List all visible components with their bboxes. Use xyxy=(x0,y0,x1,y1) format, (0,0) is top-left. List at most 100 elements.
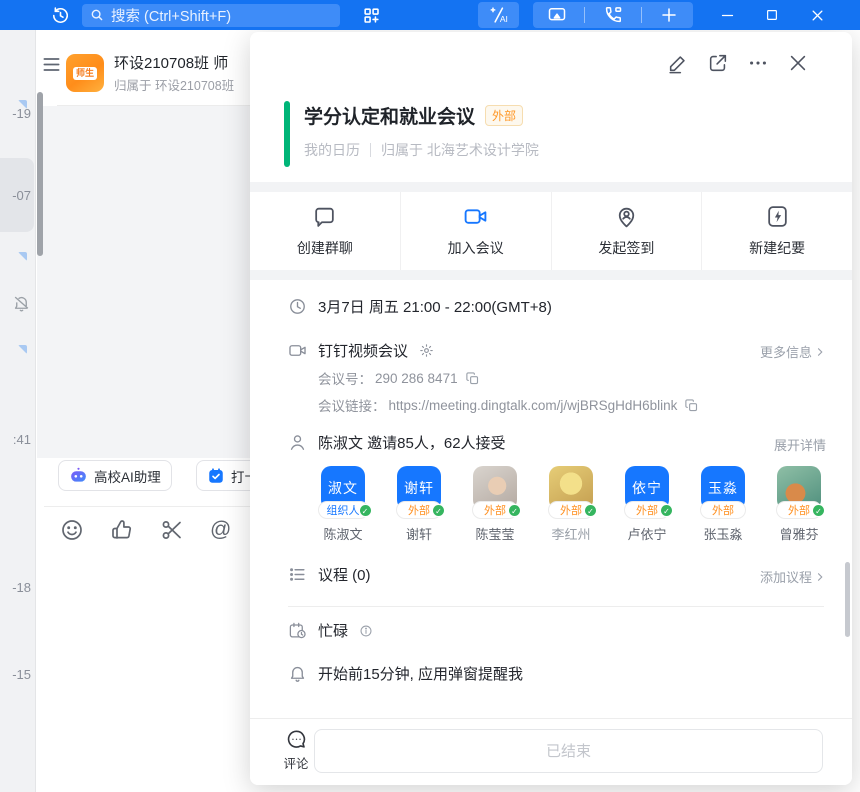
meeting-id: 290 286 8471 xyxy=(375,371,458,386)
hamburger-menu-icon[interactable] xyxy=(42,56,61,73)
role-label: 外部 xyxy=(788,502,810,518)
edit-icon[interactable] xyxy=(667,52,689,74)
more-info-link[interactable]: 更多信息 xyxy=(760,342,826,361)
attendee-role-badge: 外部 ✓ xyxy=(624,501,670,519)
open-external-icon[interactable] xyxy=(707,52,729,74)
chat-group-subtitle: 归属于 环设210708班 xyxy=(114,75,234,94)
chat-list-scrollbar[interactable] xyxy=(37,92,43,256)
role-label: 外部 xyxy=(484,502,506,518)
add-agenda-link[interactable]: 添加议程 xyxy=(760,567,826,586)
attendee[interactable]: 外部 ✓ 李红州 xyxy=(544,466,598,543)
attendee[interactable]: 依宁 外部 ✓ 卢依宁 xyxy=(620,466,674,543)
message-toolbar: @ xyxy=(60,518,231,542)
start-checkin-button[interactable]: 发起签到 xyxy=(552,192,703,270)
attendee-name: 张玉淼 xyxy=(703,524,742,543)
action-label: 新建纪要 xyxy=(749,238,805,258)
video-camera-icon xyxy=(463,204,488,229)
section-band xyxy=(250,182,852,192)
mention-icon[interactable]: @ xyxy=(210,518,231,542)
ai-translate-button[interactable]: AI xyxy=(478,2,519,28)
comment-button[interactable]: 评论 xyxy=(276,728,316,772)
attendee[interactable]: 淑文 组织人 ✓ 陈淑文 xyxy=(316,466,370,543)
calendar-name: 我的日历 xyxy=(304,140,360,160)
meeting-link-row: 会议链接： https://meeting.dingtalk.com/j/wjB… xyxy=(318,395,699,415)
event-detail-panel: 学分认定和就业会议 外部 我的日历 归属于 北海艺术设计学院 创建群聊 加入会议… xyxy=(250,32,852,785)
time-row: 3月7日 周五 21:00 - 22:00(GMT+8) xyxy=(250,296,852,317)
chat-list-rail: -19 -07 :41 -18 -15 xyxy=(0,30,36,792)
chevron-right-icon xyxy=(814,571,826,583)
subtitle-divider xyxy=(370,143,371,157)
busy-calendar-icon xyxy=(288,621,307,640)
close-panel-icon[interactable] xyxy=(787,52,809,74)
panel-bottom-bar: 评论 xyxy=(250,718,852,785)
clock-icon xyxy=(288,297,307,316)
gear-icon[interactable] xyxy=(419,343,434,358)
video-call-icon[interactable] xyxy=(595,5,630,25)
chat-group-title: 环设210708班 师 xyxy=(114,52,228,73)
search-icon xyxy=(90,8,104,22)
attendee[interactable]: 外部 ✓ 陈莹莹 xyxy=(468,466,522,543)
check-calendar-icon xyxy=(207,467,225,485)
scissors-icon[interactable] xyxy=(160,518,184,542)
meeting-link-label: 会议链接： xyxy=(318,395,386,415)
apps-grid-icon[interactable] xyxy=(356,0,386,30)
chat-item-time[interactable]: -19 xyxy=(0,106,31,121)
group-avatar-label: 师生 xyxy=(73,67,97,80)
ai-assistant-label: 高校AI助理 xyxy=(94,466,161,486)
accepted-check-icon: ✓ xyxy=(584,504,597,517)
attendee-name: 李红州 xyxy=(551,524,590,543)
emoji-icon[interactable] xyxy=(60,518,84,542)
chat-item-time[interactable]: :41 xyxy=(0,432,31,447)
meeting-id-row: 会议号： 290 286 8471 xyxy=(318,368,480,388)
chat-item-time[interactable]: -18 xyxy=(0,580,31,595)
agenda-list-icon xyxy=(288,565,307,584)
person-icon xyxy=(288,433,307,452)
close-window-button[interactable] xyxy=(800,0,834,30)
bell-icon xyxy=(288,664,307,683)
attendee[interactable]: 玉淼 外部 张玉淼 xyxy=(696,466,750,543)
meeting-provider: 钉钉视频会议 xyxy=(318,340,408,361)
more-icon[interactable] xyxy=(747,52,769,74)
attendee-name: 陈淑文 xyxy=(323,524,362,543)
meeting-id-label: 会议号： xyxy=(318,368,372,388)
chat-item-time[interactable]: -07 xyxy=(0,188,31,203)
ai-assistant-button[interactable]: 高校AI助理 xyxy=(58,460,172,491)
titlebar-divider xyxy=(641,7,642,23)
attendee-name: 陈莹莹 xyxy=(475,524,514,543)
attendee-avatars: 淑文 组织人 ✓ 陈淑文 谢轩 外部 ✓ 谢轩 外部 ✓ 陈莹莹 xyxy=(316,466,826,543)
maximize-button[interactable] xyxy=(755,0,789,30)
copy-icon[interactable] xyxy=(465,371,480,386)
add-agenda-label: 添加议程 xyxy=(760,567,812,586)
reminder-text: 开始前15分钟, 应用弹窗提醒我 xyxy=(318,663,523,684)
ended-input xyxy=(314,729,823,773)
expand-details-link[interactable]: 展开详情 xyxy=(774,435,826,454)
info-icon[interactable] xyxy=(359,624,373,638)
thumbs-up-icon[interactable] xyxy=(110,518,134,542)
join-meeting-button[interactable]: 加入会议 xyxy=(401,192,552,270)
attendee[interactable]: 外部 ✓ 曾雅芬 xyxy=(772,466,826,543)
comment-label: 评论 xyxy=(283,753,308,772)
accepted-check-icon: ✓ xyxy=(508,504,521,517)
meeting-link: https://meeting.dingtalk.com/j/wjBRSgHdH… xyxy=(389,398,678,413)
new-minutes-button[interactable]: 新建纪要 xyxy=(702,192,852,270)
search-input[interactable]: 搜索 (Ctrl+Shift+F) xyxy=(82,4,340,27)
create-group-chat-button[interactable]: 创建群聊 xyxy=(250,192,401,270)
event-time: 3月7日 周五 21:00 - 22:00(GMT+8) xyxy=(318,296,552,317)
group-avatar[interactable]: 师生 xyxy=(66,54,104,92)
screen-share-icon[interactable] xyxy=(539,5,574,25)
role-label: 外部 xyxy=(560,502,582,518)
section-divider xyxy=(288,606,824,607)
checkin-pin-icon xyxy=(614,204,639,229)
attendee[interactable]: 谢轩 外部 ✓ 谢轩 xyxy=(392,466,446,543)
minimize-button[interactable] xyxy=(710,0,744,30)
chat-bubble-icon xyxy=(312,204,337,229)
history-icon[interactable] xyxy=(46,0,74,30)
attendee-role-badge: 组织人 ✓ xyxy=(318,501,369,519)
accepted-check-icon: ✓ xyxy=(812,504,825,517)
plus-icon[interactable] xyxy=(652,6,687,24)
panel-scrollbar[interactable] xyxy=(845,562,850,637)
copy-icon[interactable] xyxy=(684,398,699,413)
comment-icon xyxy=(285,728,308,751)
attendee-role-badge: 外部 ✓ xyxy=(776,501,822,519)
chat-item-time[interactable]: -15 xyxy=(0,667,31,682)
